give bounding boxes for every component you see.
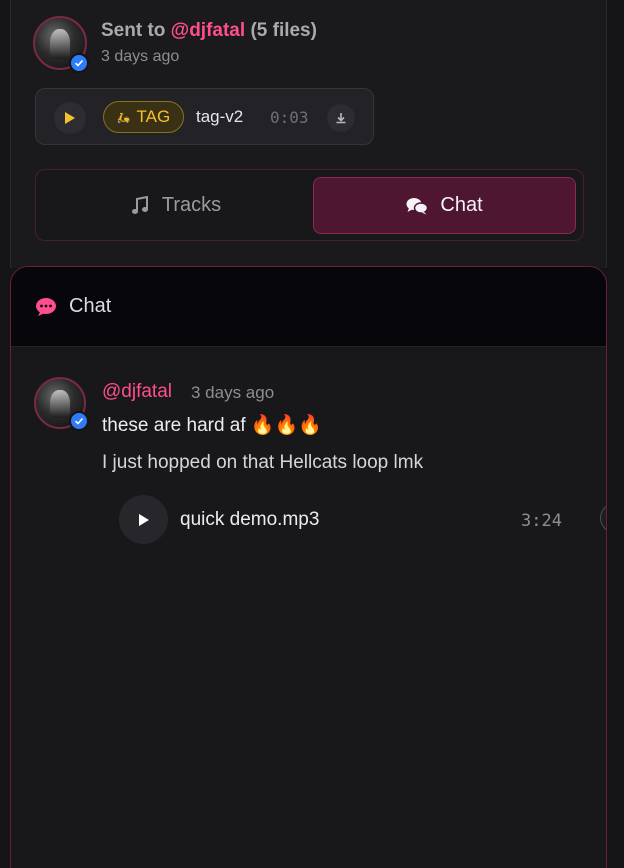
verified-badge-icon [69,411,89,431]
tab-tracks[interactable]: Tracks [44,177,307,234]
download-button[interactable] [327,104,355,132]
play-icon [65,112,75,124]
attachment-name: quick demo.mp3 [180,509,320,530]
files-count: (5 files) [250,20,317,41]
file-row: 🛵 TAG tag-v2 0:03 [35,88,374,145]
chat-bubble-icon [36,297,56,316]
send-summary-panel: Sent to @djfatal (5 files) 3 days ago 🛵 … [10,0,607,268]
tag-label: TAG [136,107,171,126]
sent-timestamp: 3 days ago [101,48,180,65]
play-button[interactable] [54,102,86,134]
attachment-more-button[interactable] [600,503,606,533]
download-icon [336,113,346,124]
chat-bubbles-icon [406,197,429,214]
tag-icon: 🛵 [116,111,131,124]
file-duration: 0:03 [270,108,309,127]
verified-badge-icon [69,53,89,73]
chat-panel: Chat @djfatal 3 days ago these are hard … [10,266,607,868]
message-timestamp: 3 days ago [191,383,275,402]
message-author-handle[interactable]: @djfatal [102,381,172,403]
audio-attachment: quick demo.mp3 3:24 [119,495,606,545]
tab-tracks-label: Tracks [161,194,222,216]
chat-title: Chat [69,295,112,317]
message-text-line: I just hopped on that Hellcats loop lmk [102,452,424,473]
chat-header: Chat [11,267,606,347]
sent-prefix: Sent to [101,20,166,41]
music-note-icon [131,195,148,214]
sent-to-line: Sent to @djfatal (5 files) [101,20,317,42]
tab-chat[interactable]: Chat [313,177,576,234]
recipient-handle-link[interactable]: @djfatal [171,20,245,41]
tag-badge[interactable]: 🛵 TAG [103,101,184,133]
message-text-line: these are hard af 🔥🔥🔥 [102,415,322,436]
view-tabs: Tracks Chat [35,169,584,241]
attachment-play-button[interactable] [119,495,168,544]
attachment-duration: 3:24 [521,511,562,531]
file-name: tag-v2 [196,107,244,126]
tab-chat-label: Chat [440,194,483,216]
play-icon [138,513,149,526]
